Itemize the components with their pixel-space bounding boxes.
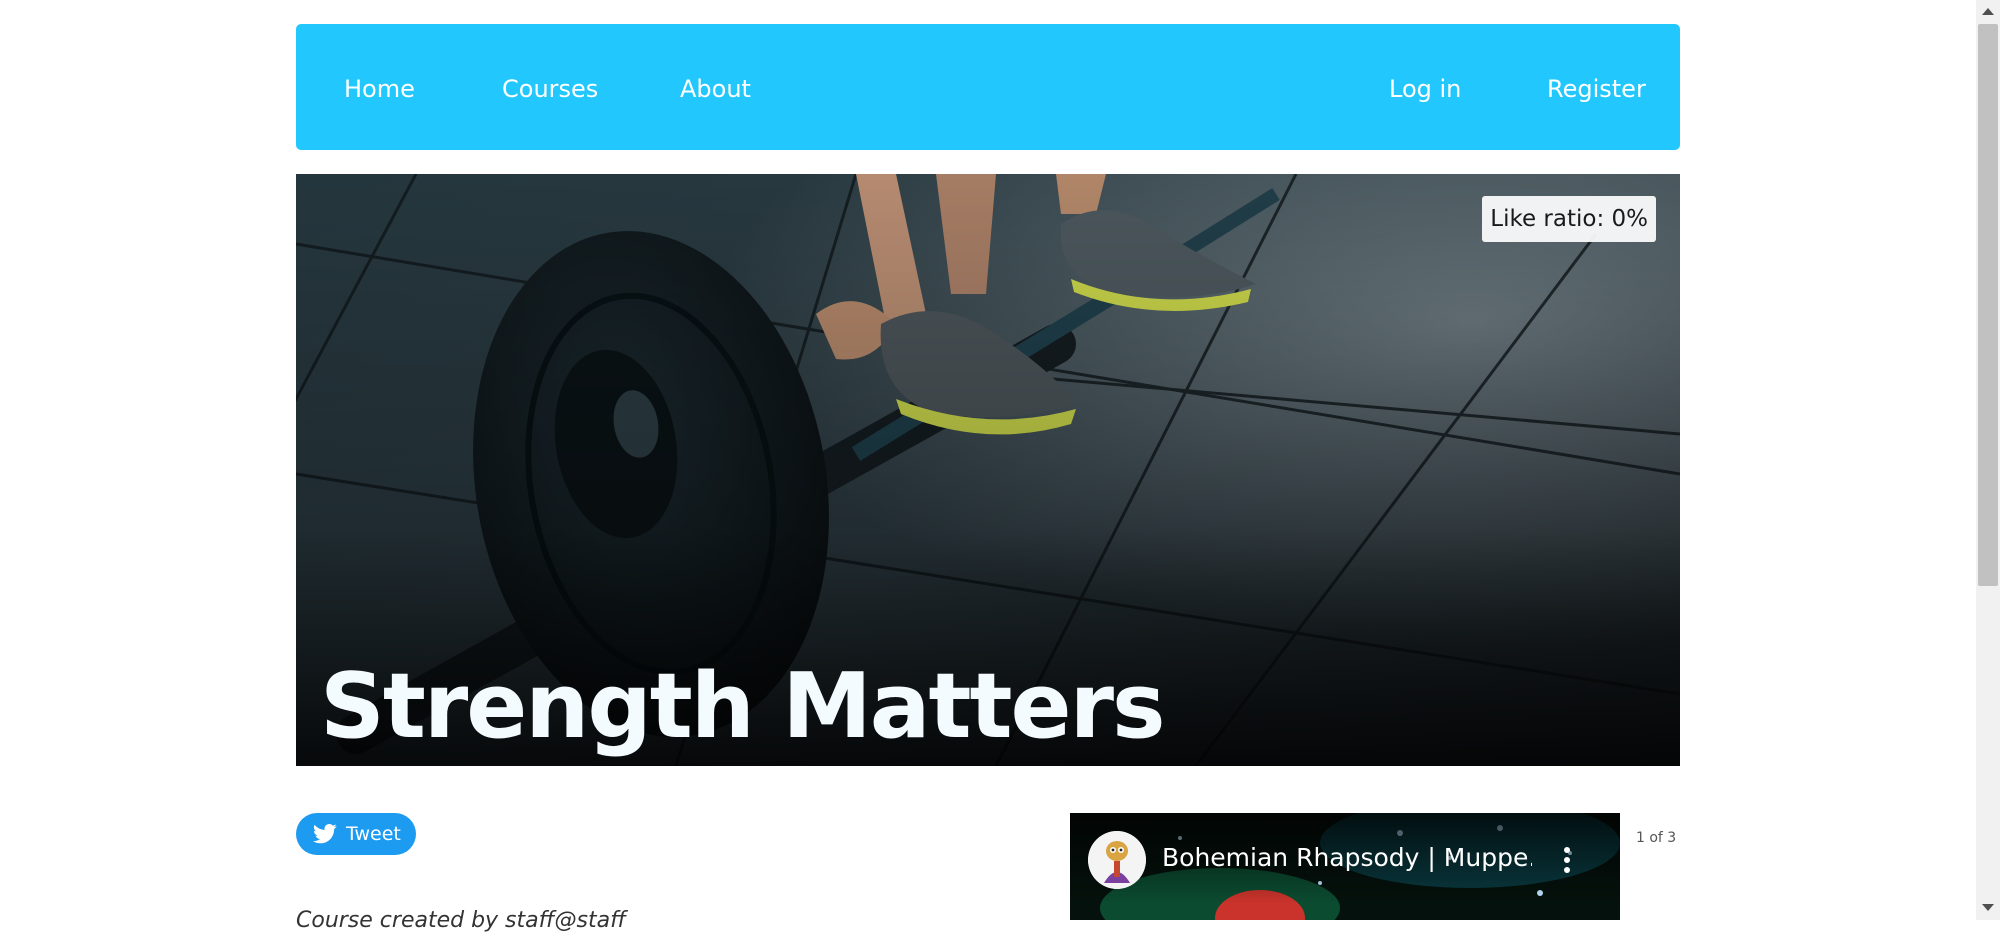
scroll-up-icon[interactable] (1982, 8, 1994, 15)
course-author: Course created by staff@staff (296, 908, 626, 933)
nav-login-link[interactable]: Log in (1389, 24, 1461, 150)
tweet-button[interactable]: Tweet (296, 813, 416, 855)
nav-home-link[interactable]: Home (344, 24, 415, 150)
tweet-label: Tweet (346, 823, 401, 845)
scroll-down-icon[interactable] (1982, 904, 1994, 911)
slide-counter: 1 of 3 (1636, 830, 1677, 846)
nav-about-link[interactable]: About (680, 24, 751, 150)
nav-courses-link[interactable]: Courses (502, 24, 598, 150)
video-embed[interactable]: Bohemian Rhapsody | Muppe... (1070, 813, 1620, 920)
page-title: Strength Matters (320, 654, 1166, 759)
page-scrollbar[interactable] (1976, 0, 2000, 920)
like-ratio-badge: Like ratio: 0% (1482, 196, 1656, 242)
channel-avatar[interactable] (1088, 831, 1146, 889)
video-title[interactable]: Bohemian Rhapsody | Muppe... (1162, 843, 1532, 872)
muppet-avatar-icon (1088, 831, 1146, 889)
twitter-bird-icon (313, 824, 337, 844)
more-vertical-icon[interactable] (1557, 845, 1577, 875)
hero-banner: Like ratio: 0% Strength Matters (296, 174, 1680, 766)
nav-register-link[interactable]: Register (1547, 24, 1646, 150)
scrollbar-thumb[interactable] (1978, 24, 1998, 586)
navbar: Home Courses About Log in Register (296, 24, 1680, 150)
